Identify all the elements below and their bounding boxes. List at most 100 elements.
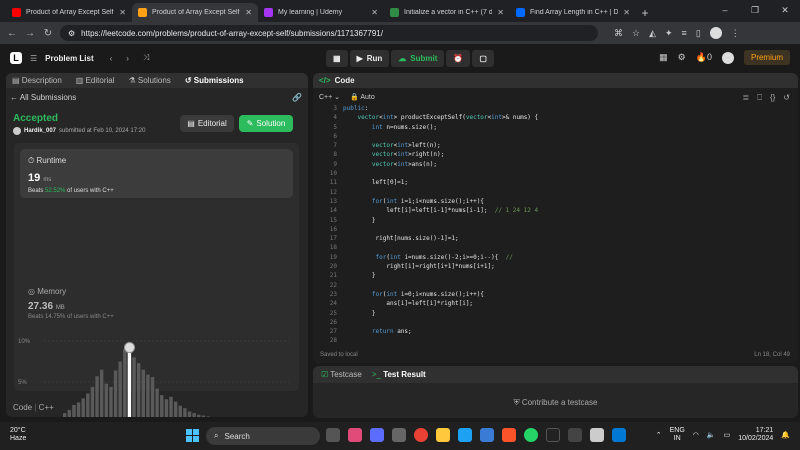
code-line[interactable]: for(int i=1;i<nums.size();i++){	[343, 197, 538, 206]
app-icon[interactable]	[546, 428, 560, 442]
code-line[interactable]: }	[343, 216, 538, 225]
contribute-testcase-link[interactable]: ⛨ Contribute a testcase	[313, 398, 798, 408]
menu-icon[interactable]: ⋮	[731, 28, 740, 39]
playlist-icon[interactable]: ≡	[682, 28, 687, 38]
gallery-icon[interactable]	[348, 428, 362, 442]
whatsapp-icon[interactable]	[524, 428, 538, 442]
close-tab-icon[interactable]: ✕	[623, 8, 630, 17]
link-icon[interactable]: 🔗	[292, 93, 302, 102]
run-button[interactable]: ▶ Run	[349, 50, 390, 67]
premium-button[interactable]: Premium	[743, 50, 790, 65]
auto-toggle[interactable]: 🔒 Auto	[350, 93, 375, 101]
sidebar-icon[interactable]: ▯	[696, 28, 701, 39]
code-line[interactable]: vector<int> productExceptSelf(vector<int…	[343, 113, 538, 122]
code-line[interactable]: ans[i]=left[i]*right[i];	[343, 299, 538, 308]
prev-problem-icon[interactable]: ‹	[110, 54, 113, 63]
reset-icon[interactable]: ↺	[783, 93, 790, 103]
reload-icon[interactable]: ↻	[42, 28, 54, 39]
leetcode-logo[interactable]: L	[10, 52, 22, 64]
site-info-icon[interactable]: ⚙	[68, 29, 75, 38]
code-line[interactable]	[343, 281, 538, 290]
format-icon[interactable]: ≣	[742, 93, 749, 103]
code-line[interactable]: return ans;	[343, 327, 538, 336]
tab-test-result[interactable]: >_ Test Result	[372, 370, 426, 379]
start-button[interactable]	[186, 429, 199, 442]
close-window-icon[interactable]: ✕	[770, 0, 800, 22]
shuffle-icon[interactable]: ⤨	[143, 53, 149, 63]
problem-list-link[interactable]: Problem List	[45, 54, 93, 63]
code-line[interactable]	[343, 336, 538, 345]
next-problem-icon[interactable]: ›	[126, 54, 129, 63]
settings-icon[interactable]: ⚙	[678, 52, 686, 63]
code-line[interactable]: left[0]=1;	[343, 178, 538, 187]
volume-icon[interactable]: 🔈	[707, 431, 716, 439]
forward-icon[interactable]: →	[24, 28, 36, 39]
wifi-icon[interactable]: ◠	[693, 431, 699, 439]
code-line[interactable]: vector<int>ans(n);	[343, 160, 538, 169]
tab-description[interactable]: ▤ Description	[12, 76, 62, 85]
puzzle-icon[interactable]: ✦	[665, 28, 673, 39]
bookmark-icon[interactable]: ⎕	[757, 93, 762, 103]
braces-icon[interactable]: {}	[770, 93, 775, 103]
runtime-distribution-chart[interactable]: 10%5%0%12ms22ms32ms42ms	[14, 327, 299, 417]
chrome-icon[interactable]	[414, 428, 428, 442]
code-line[interactable]: for(int i=nums.size()-2;i>=0;i--){ //	[343, 253, 538, 262]
solution-button[interactable]: ✎ Solution	[239, 115, 293, 132]
translate-icon[interactable]: ⌘	[614, 28, 623, 39]
clock[interactable]: 17:21 10/02/2024	[738, 427, 773, 443]
browser-tab[interactable]: Product of Array Except Self (Le ✕	[6, 3, 132, 22]
submitter-name[interactable]: Hardik_007	[24, 128, 56, 134]
winword-icon[interactable]	[612, 428, 626, 442]
code-line[interactable]	[343, 318, 538, 327]
streak-counter[interactable]: 🔥0	[696, 52, 712, 63]
code-line[interactable]: }	[343, 271, 538, 280]
user-avatar[interactable]	[721, 51, 734, 64]
code-line[interactable]: right[i]=right[i+1]*nums[i+1];	[343, 262, 538, 271]
close-tab-icon[interactable]: ✕	[119, 8, 126, 17]
language-select[interactable]: C++ ⌄	[319, 93, 340, 101]
extension-icon[interactable]: ◭	[649, 28, 656, 39]
tab-testcase[interactable]: ☑ Testcase	[321, 370, 362, 379]
close-tab-icon[interactable]: ✕	[497, 8, 504, 17]
code-line[interactable]: int n=nums.size();	[343, 123, 538, 132]
store-icon[interactable]	[480, 428, 494, 442]
taskbar-search[interactable]: ⌕ Search	[206, 427, 320, 445]
timer-button[interactable]: ⏰	[446, 50, 471, 67]
code-line[interactable]: vector<int>left(n);	[343, 141, 538, 150]
profile-avatar[interactable]	[709, 27, 722, 39]
chevron-up-icon[interactable]: ⌃	[656, 431, 662, 439]
notification-icon[interactable]: 🔔	[781, 431, 790, 439]
url-bar[interactable]: ⚙ https://leetcode.com/problems/product-…	[60, 25, 598, 41]
all-submissions-link[interactable]: ← All Submissions	[10, 93, 76, 102]
code-line[interactable]	[343, 169, 538, 178]
tab-solutions[interactable]: ⚗ Solutions	[128, 76, 170, 85]
maximize-icon[interactable]: ❐	[740, 0, 770, 22]
task-view-icon[interactable]	[326, 428, 340, 442]
bookmark-star-icon[interactable]: ☆	[632, 28, 640, 39]
minimize-icon[interactable]: –	[710, 0, 740, 22]
runtime-box[interactable]: ⏱ Runtime 19 ms Beats 52.52% of users wi…	[20, 149, 293, 198]
explorer-icon[interactable]	[436, 428, 450, 442]
photos-icon[interactable]	[590, 428, 604, 442]
code-line[interactable]	[343, 188, 538, 197]
weather-widget[interactable]: 20°C Haze	[10, 427, 26, 443]
battery-icon[interactable]: ▭	[724, 431, 731, 439]
editorial-button[interactable]: ▤ Editorial	[180, 115, 234, 132]
back-icon[interactable]: ←	[6, 28, 18, 39]
meet-icon[interactable]	[370, 428, 384, 442]
debug-button[interactable]: ▦	[326, 50, 348, 67]
tab-submissions[interactable]: ↺ Submissions	[185, 76, 244, 85]
close-tab-icon[interactable]: ✕	[371, 8, 378, 17]
code-line[interactable]: }	[343, 309, 538, 318]
brave-icon[interactable]	[502, 428, 516, 442]
browser-tab[interactable]: Initialize a vector in C++ (7 diff ✕	[384, 3, 510, 22]
language-indicator[interactable]: ENG IN	[670, 427, 685, 443]
code-line[interactable]	[343, 132, 538, 141]
submit-button[interactable]: ☁ Submit	[391, 50, 445, 67]
browser-tab[interactable]: Product of Array Except Self - Le ✕	[132, 3, 258, 22]
notes-button[interactable]: ▢	[472, 50, 494, 67]
code-line[interactable]	[343, 243, 538, 252]
new-tab-button[interactable]: +	[636, 3, 654, 22]
close-tab-icon[interactable]: ✕	[245, 8, 252, 17]
problem-list-icon[interactable]: ☰	[30, 54, 37, 63]
